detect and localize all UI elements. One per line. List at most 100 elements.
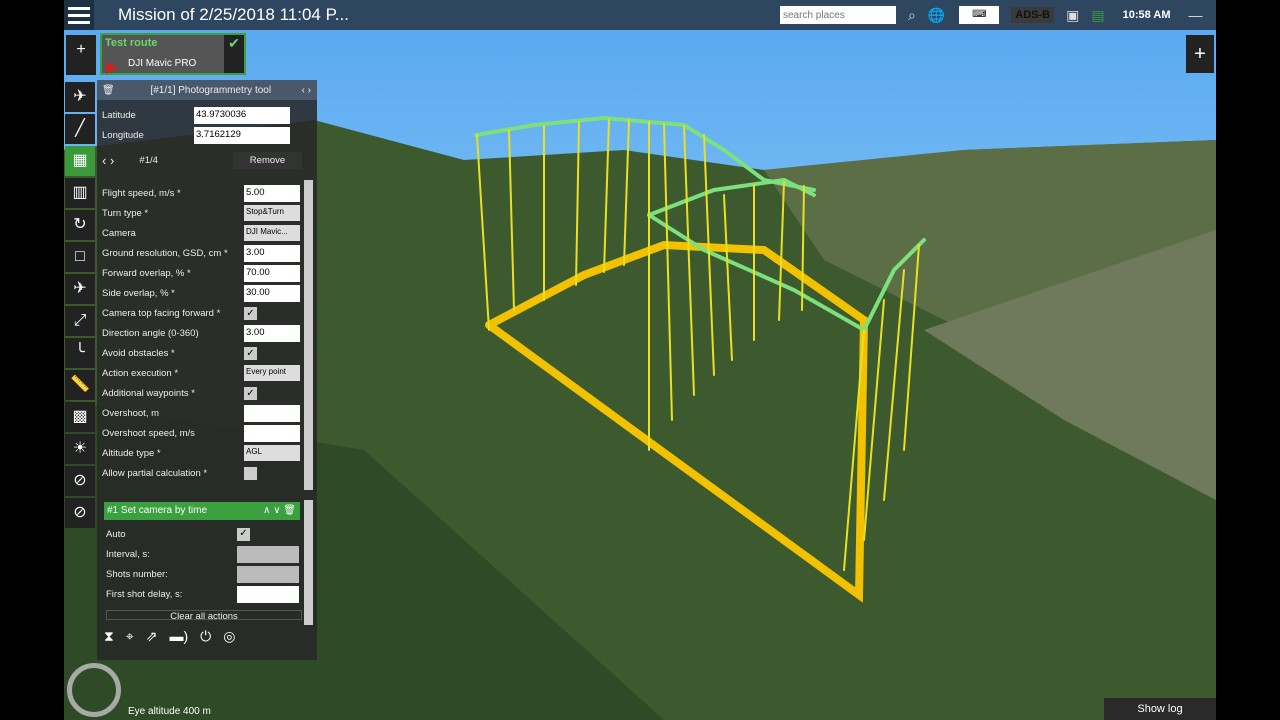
keyboard-icon[interactable]: ⌨ bbox=[959, 6, 1000, 24]
check-icon[interactable]: ✔ bbox=[224, 35, 244, 73]
field-row: Turn type * Stop&Turn bbox=[102, 204, 302, 222]
mission-title[interactable]: Mission of 2/25/2018 11:04 P... bbox=[118, 5, 768, 25]
interval-input[interactable] bbox=[237, 545, 299, 563]
photogrammetry-icon[interactable]: ▦ bbox=[65, 146, 95, 176]
point-nav: ‹ › #1/4 Remove bbox=[102, 151, 302, 169]
sun-icon[interactable]: ☀ bbox=[65, 434, 95, 464]
clear-actions-button[interactable]: Clear all actions bbox=[106, 610, 302, 620]
field-checkbox[interactable] bbox=[244, 466, 257, 480]
field-input[interactable]: 5.00 bbox=[244, 184, 300, 202]
area-icon[interactable]: ▥ bbox=[65, 178, 95, 208]
menu-icon[interactable] bbox=[64, 0, 94, 30]
field-input[interactable] bbox=[244, 424, 300, 442]
add-tool-button[interactable]: + bbox=[1186, 35, 1214, 73]
grid-icon[interactable]: ▩ bbox=[65, 402, 95, 432]
latitude-label: Latitude bbox=[102, 109, 136, 121]
panel-scrollbar[interactable] bbox=[304, 180, 313, 490]
field-select[interactable]: Stop&Turn bbox=[244, 205, 300, 221]
field-select[interactable]: Every point bbox=[244, 365, 300, 381]
auto-label: Auto bbox=[106, 528, 126, 540]
panel-header: 🗑 [#1/1] Photogrammetry tool ‹ › bbox=[97, 80, 317, 100]
prev-next-icon[interactable]: ‹ › bbox=[302, 85, 311, 96]
field-label: Camera top facing forward * bbox=[102, 307, 221, 319]
field-label: Flight speed, m/s * bbox=[102, 187, 181, 199]
square-icon[interactable]: □ bbox=[65, 242, 95, 272]
shots-input[interactable] bbox=[237, 565, 299, 583]
camera-start-icon[interactable]: ⏻ bbox=[200, 628, 211, 645]
ruler-icon[interactable]: 📏 bbox=[65, 370, 95, 400]
poi-icon[interactable]: ⌖ bbox=[126, 628, 134, 645]
field-select[interactable]: AGL bbox=[244, 445, 300, 461]
compass[interactable] bbox=[67, 663, 121, 717]
takeoff-icon[interactable]: ✈ bbox=[65, 82, 95, 112]
field-row: Flight speed, m/s * 5.00 bbox=[102, 184, 302, 202]
action-toolbar: ⧗ ⌖ ⇗ ▬) ⏻ ◎ bbox=[104, 628, 235, 645]
interval-label: Interval, s: bbox=[106, 548, 150, 560]
field-checkbox[interactable]: ✓ bbox=[244, 306, 257, 320]
drone-name: DJI Mavic PRO bbox=[128, 58, 197, 69]
field-label: Side overlap, % * bbox=[102, 287, 175, 299]
field-row: Overshoot speed, m/s bbox=[102, 424, 302, 442]
field-checkbox[interactable]: ✓ bbox=[244, 346, 257, 360]
field-row: Additional waypoints * ✓ bbox=[102, 384, 302, 402]
field-label: Action execution * bbox=[102, 367, 179, 379]
no-fly-icon[interactable]: ⊘ bbox=[65, 466, 95, 496]
field-select[interactable]: DJI Mavic... bbox=[244, 225, 300, 241]
action-header[interactable]: #1 Set camera by time ∧ ∨ 🗑 bbox=[104, 502, 300, 520]
waypoint-icon[interactable]: ╱ bbox=[65, 114, 95, 144]
field-label: Ground resolution, GSD, cm * bbox=[102, 247, 228, 259]
log-icon[interactable]: ▤ bbox=[1091, 7, 1104, 24]
field-row: Avoid obstacles * ✓ bbox=[102, 344, 302, 362]
field-input[interactable]: 30.00 bbox=[244, 284, 300, 302]
route-card[interactable]: Test route ▶ DJI Mavic PRO ✔ bbox=[100, 33, 246, 76]
show-log-button[interactable]: Show log bbox=[1104, 698, 1216, 720]
actions-scrollbar[interactable] bbox=[304, 500, 313, 625]
field-row: Camera DJI Mavic... bbox=[102, 224, 302, 242]
point-index: #1/4 bbox=[139, 154, 158, 166]
adsb-button[interactable]: ADS-B bbox=[1011, 7, 1055, 23]
field-input[interactable]: 70.00 bbox=[244, 264, 300, 282]
field-input[interactable] bbox=[244, 404, 300, 422]
map-view[interactable]: Mission of 2/25/2018 11:04 P... ⌕ 🌐 ⌨ AD… bbox=[64, 0, 1216, 720]
camera-stop-icon[interactable]: ◎ bbox=[223, 628, 235, 645]
longitude-input[interactable]: 3.7162129 bbox=[194, 126, 290, 144]
remove-button[interactable]: Remove bbox=[232, 151, 302, 169]
tool-title: [#1/1] Photogrammetry tool bbox=[150, 84, 272, 96]
field-row: Allow partial calculation * bbox=[102, 464, 302, 482]
field-input[interactable]: 3.00 bbox=[244, 244, 300, 262]
field-row: Side overlap, % * 30.00 bbox=[102, 284, 302, 302]
action-settings: Auto ✓ Interval, s: Shots number: First s… bbox=[106, 524, 302, 620]
field-label: Overshoot, m bbox=[102, 407, 160, 419]
circle-icon[interactable]: ↻ bbox=[65, 210, 95, 240]
video-icon[interactable]: ▣ bbox=[1066, 7, 1079, 24]
longitude-row: Longitude 3.7162129 bbox=[102, 126, 302, 144]
field-row: Ground resolution, GSD, cm * 3.00 bbox=[102, 244, 302, 262]
field-label: Camera bbox=[102, 227, 136, 239]
landing-icon[interactable]: ✈ bbox=[65, 274, 95, 304]
auto-checkbox[interactable]: ✓ bbox=[237, 527, 250, 541]
scale-icon[interactable]: ⤢ bbox=[65, 306, 95, 336]
field-row: Camera top facing forward * ✓ bbox=[102, 304, 302, 322]
search-input[interactable] bbox=[780, 6, 896, 24]
field-label: Avoid obstacles * bbox=[102, 347, 175, 359]
field-label: Forward overlap, % * bbox=[102, 267, 191, 279]
search-icon[interactable]: ⌕ bbox=[908, 7, 916, 24]
point-nav-arrows[interactable]: ‹ › bbox=[102, 153, 139, 168]
latitude-input[interactable]: 43.9730036 bbox=[194, 106, 290, 124]
add-route-button[interactable]: + bbox=[66, 35, 96, 75]
altitude-arrow-icon[interactable]: ⇗ bbox=[146, 628, 158, 645]
globe-icon[interactable]: 🌐 bbox=[928, 7, 945, 24]
path-icon[interactable]: ╰ bbox=[65, 338, 95, 368]
field-checkbox[interactable]: ✓ bbox=[244, 386, 257, 400]
camera-rotate-icon[interactable]: ▬) bbox=[169, 628, 188, 645]
action-controls-icon[interactable]: ∧ ∨ 🗑 bbox=[263, 505, 296, 516]
forbidden-icon[interactable]: ⊘ bbox=[65, 498, 95, 528]
hourglass-icon[interactable]: ⧗ bbox=[104, 628, 114, 645]
field-input[interactable]: 3.00 bbox=[244, 324, 300, 342]
field-row: Altitude type * AGL bbox=[102, 444, 302, 462]
delay-input[interactable] bbox=[237, 585, 299, 603]
latitude-row: Latitude 43.9730036 bbox=[102, 106, 302, 124]
minimize-icon[interactable]: — bbox=[1188, 7, 1202, 23]
action-title: #1 Set camera by time bbox=[107, 505, 208, 516]
trash-icon[interactable]: 🗑 bbox=[102, 85, 120, 96]
